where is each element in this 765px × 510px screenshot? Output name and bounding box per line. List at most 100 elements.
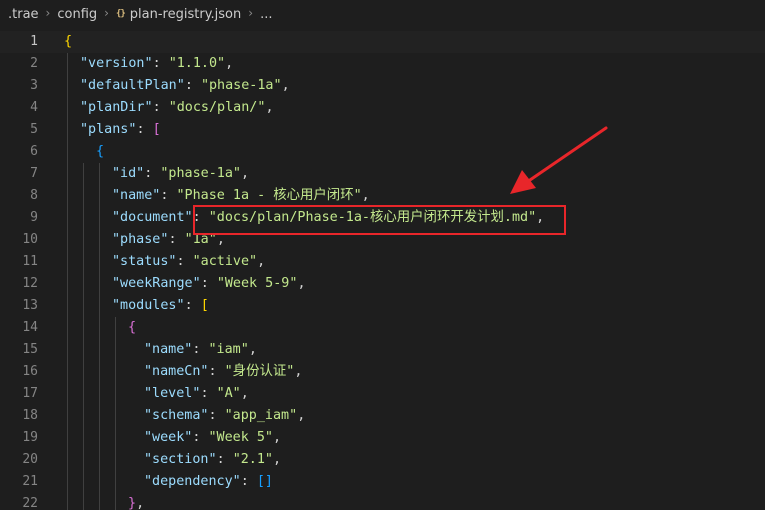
code-token: "phase-1a": [200, 78, 282, 93]
code-token: ,: [248, 342, 257, 357]
code-editor[interactable]: 1{2 "version": "1.1.0", 3 "defaultPlan": "p…: [0, 31, 765, 510]
code-token: "phase": [112, 232, 169, 247]
code-token: :: [168, 232, 185, 247]
code-text: "planDir": "docs/plan/",: [80, 97, 274, 119]
code-line[interactable]: 8 "name": "Phase 1a - 核心用户闭环",: [0, 185, 765, 207]
code-line[interactable]: 2 "version": "1.1.0",: [0, 53, 765, 75]
code-line[interactable]: 17 "level": "A",: [0, 383, 765, 405]
code-token: }: [128, 496, 137, 510]
breadcrumb-item-symbol[interactable]: ...: [260, 7, 272, 22]
code-token: {: [96, 144, 105, 159]
code-text: "id": "phase-1a",: [112, 163, 249, 185]
code-token: ,: [241, 166, 250, 181]
code-text: "name": "iam",: [144, 339, 257, 361]
code-token: "week": [144, 430, 193, 445]
code-token: ,: [265, 100, 274, 115]
code-text: {: [128, 317, 136, 339]
code-token: "身份认证": [224, 364, 295, 379]
line-number: 18: [22, 408, 38, 423]
code-token: :: [136, 122, 153, 137]
line-number: 4: [30, 100, 38, 115]
code-line[interactable]: 20 "section": "2.1",: [0, 449, 765, 471]
code-text: "week": "Week 5",: [144, 427, 281, 449]
code-token: "name": [144, 342, 193, 357]
line-number: 3: [30, 78, 38, 93]
code-token: "name": [112, 188, 161, 203]
code-text: "name": "Phase 1a - 核心用户闭环",: [112, 185, 370, 207]
code-token: "plans": [80, 122, 137, 137]
code-line[interactable]: 1{: [0, 31, 765, 53]
code-token: :: [216, 452, 233, 467]
code-token: "2.1": [232, 452, 273, 467]
code-text: "schema": "app_iam",: [144, 405, 305, 427]
code-text: },: [128, 493, 144, 510]
code-token: "id": [112, 166, 145, 181]
code-line[interactable]: 7 "id": "phase-1a",: [0, 163, 765, 185]
code-token: ,: [273, 430, 282, 445]
code-line[interactable]: 5 "plans": [: [0, 119, 765, 141]
code-line[interactable]: 18 "schema": "app_iam",: [0, 405, 765, 427]
code-token: ,: [297, 408, 306, 423]
line-number: 9: [30, 210, 38, 225]
code-token: :: [200, 276, 217, 291]
code-text: "nameCn": "身份认证",: [144, 361, 302, 383]
code-token: "status": [112, 254, 177, 269]
code-text: "defaultPlan": "phase-1a",: [80, 75, 290, 97]
line-number: 19: [22, 430, 38, 445]
code-line[interactable]: 11 "status": "active",: [0, 251, 765, 273]
code-token: "weekRange": [112, 276, 201, 291]
code-line[interactable]: 15 "name": "iam",: [0, 339, 765, 361]
code-token: :: [192, 342, 209, 357]
code-line[interactable]: 6{: [0, 141, 765, 163]
code-line[interactable]: 4 "planDir": "docs/plan/",: [0, 97, 765, 119]
line-number: 11: [22, 254, 38, 269]
code-token: :: [144, 166, 161, 181]
code-token: ,: [257, 254, 266, 269]
code-text: "dependency": []: [144, 471, 273, 493]
code-token: ,: [136, 496, 145, 510]
code-text: {: [96, 141, 104, 163]
code-text: "section": "2.1",: [144, 449, 281, 471]
code-token: "app_iam": [224, 408, 298, 423]
code-token: "schema": [144, 408, 209, 423]
json-file-icon: {}: [115, 9, 126, 19]
chevron-right-icon: ›: [45, 6, 51, 20]
line-number: 1: [30, 34, 38, 49]
code-token: {: [128, 320, 137, 335]
code-line[interactable]: 19 "week": "Week 5",: [0, 427, 765, 449]
code-token: :: [240, 474, 257, 489]
code-text: "level": "A",: [144, 383, 249, 405]
code-token: :: [200, 386, 217, 401]
code-line[interactable]: 3 "defaultPlan": "phase-1a",: [0, 75, 765, 97]
code-token: "version": [80, 56, 153, 71]
code-token: "phase-1a": [160, 166, 241, 181]
line-number: 2: [30, 56, 38, 71]
breadcrumb: .trae › config › {} plan-registry.json ›…: [0, 0, 765, 28]
line-number: 6: [30, 144, 38, 159]
code-token: :: [208, 408, 225, 423]
code-line[interactable]: 22},: [0, 493, 765, 510]
code-token: "active": [192, 254, 258, 269]
line-number: 17: [22, 386, 38, 401]
code-token: :: [208, 364, 225, 379]
code-line[interactable]: 21 "dependency": []: [0, 471, 765, 493]
code-token: "document": [112, 210, 193, 225]
code-token: "Week 5": [208, 430, 274, 445]
code-token: "nameCn": [144, 364, 209, 379]
line-number: 22: [22, 496, 38, 510]
line-number: 20: [22, 452, 38, 467]
code-text: {: [64, 31, 72, 53]
code-line[interactable]: 13 "modules": [: [0, 295, 765, 317]
code-token: "A": [216, 386, 241, 401]
breadcrumb-item-trae[interactable]: .trae: [8, 7, 39, 22]
line-number: 5: [30, 122, 38, 137]
code-token: :: [184, 78, 201, 93]
breadcrumb-item-config[interactable]: config: [57, 7, 97, 22]
code-text: "modules": [: [112, 295, 209, 317]
code-line[interactable]: 12 "weekRange": "Week 5-9",: [0, 273, 765, 295]
line-number: 14: [22, 320, 38, 335]
code-line[interactable]: 16 "nameCn": "身份认证",: [0, 361, 765, 383]
breadcrumb-item-file[interactable]: {} plan-registry.json: [116, 7, 241, 22]
line-number: 10: [22, 232, 38, 247]
code-line[interactable]: 14 {: [0, 317, 765, 339]
